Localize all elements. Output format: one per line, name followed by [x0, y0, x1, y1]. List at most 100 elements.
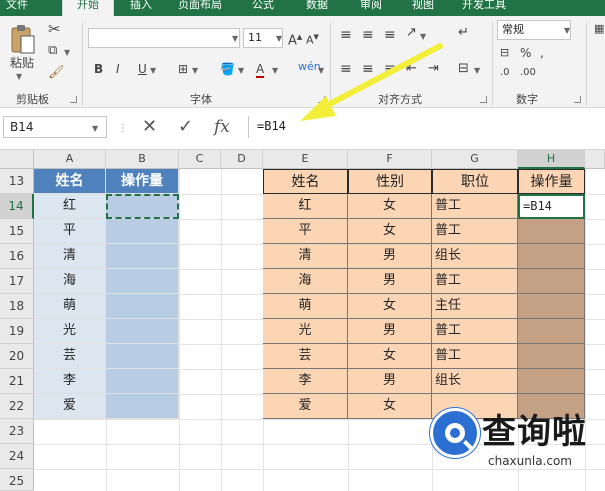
- left-name-cell[interactable]: 清: [34, 244, 106, 269]
- fill-color-icon[interactable]: 🪣: [220, 62, 235, 76]
- tab-data[interactable]: 数据: [306, 0, 328, 16]
- right-op-cell[interactable]: [518, 369, 585, 394]
- right-title-cell[interactable]: 普工: [432, 194, 518, 219]
- row-header-23[interactable]: 23: [0, 419, 34, 444]
- insert-function-button[interactable]: fx: [214, 117, 230, 137]
- right-op-cell[interactable]: [518, 244, 585, 269]
- left-header-op[interactable]: 操作量: [106, 169, 179, 194]
- right-op-cell[interactable]: [518, 344, 585, 369]
- right-gender-cell[interactable]: 男: [348, 369, 432, 394]
- copy-dropdown-icon[interactable]: ▼: [64, 48, 70, 57]
- right-name-cell[interactable]: 爱: [263, 394, 348, 419]
- left-op-cell[interactable]: [106, 244, 179, 269]
- tab-formulas[interactable]: 公式: [252, 0, 274, 16]
- right-title-cell[interactable]: 普工: [432, 319, 518, 344]
- align-center-icon[interactable]: ≡: [362, 62, 374, 76]
- left-op-cell[interactable]: [106, 219, 179, 244]
- column-header-i[interactable]: [585, 150, 605, 169]
- select-all-corner[interactable]: [0, 150, 34, 169]
- right-name-cell[interactable]: 平: [263, 219, 348, 244]
- merge-center-icon[interactable]: ⊟: [458, 62, 469, 76]
- decrease-decimal-icon[interactable]: .00: [520, 66, 536, 80]
- left-name-cell[interactable]: 李: [34, 369, 106, 394]
- percent-icon[interactable]: %: [520, 46, 531, 60]
- right-gender-cell[interactable]: 女: [348, 294, 432, 319]
- right-gender-cell[interactable]: 女: [348, 194, 432, 219]
- right-title-cell[interactable]: 普工: [432, 344, 518, 369]
- font-color-icon[interactable]: A: [256, 62, 265, 78]
- comma-style-icon[interactable]: ,: [540, 46, 544, 60]
- row-header-19[interactable]: 19: [0, 319, 34, 344]
- right-header-op[interactable]: 操作量: [518, 169, 585, 194]
- left-name-cell[interactable]: 光: [34, 319, 106, 344]
- tab-review[interactable]: 审阅: [360, 0, 382, 16]
- right-title-cell[interactable]: 组长: [432, 369, 518, 394]
- orientation-icon[interactable]: ↗: [406, 26, 417, 40]
- row-header-15[interactable]: 15: [0, 219, 34, 244]
- left-op-cell[interactable]: [106, 369, 179, 394]
- cut-icon[interactable]: ✂: [48, 22, 61, 37]
- row-header-14[interactable]: 14: [0, 194, 34, 219]
- font-name-dropdown-icon[interactable]: ▼: [232, 34, 238, 43]
- column-header-h[interactable]: H: [518, 150, 585, 169]
- paste-dropdown-icon[interactable]: ▼: [16, 72, 22, 81]
- phonetic-dropdown-icon[interactable]: ▼: [318, 66, 324, 75]
- number-format-dropdown-icon[interactable]: ▼: [564, 26, 570, 35]
- enter-formula-icon[interactable]: ✓: [178, 117, 193, 137]
- font-name-combobox[interactable]: [88, 28, 240, 48]
- right-title-cell[interactable]: 普工: [432, 269, 518, 294]
- decrease-font-icon[interactable]: A▼: [306, 30, 319, 48]
- align-left-icon[interactable]: ≡: [340, 62, 352, 76]
- paste-icon[interactable]: [10, 24, 36, 56]
- right-title-cell[interactable]: 普工: [432, 219, 518, 244]
- bold-icon[interactable]: B: [94, 62, 103, 76]
- increase-font-icon[interactable]: A▲: [288, 30, 302, 48]
- increase-decimal-icon[interactable]: .0: [500, 66, 510, 80]
- row-header-18[interactable]: 18: [0, 294, 34, 319]
- underline-dropdown-icon[interactable]: ▼: [150, 66, 156, 75]
- right-gender-cell[interactable]: 女: [348, 344, 432, 369]
- left-op-cell[interactable]: [106, 294, 179, 319]
- row-header-13[interactable]: 13: [0, 169, 34, 194]
- alignment-launcher-icon[interactable]: [480, 96, 487, 103]
- font-color-dropdown-icon[interactable]: ▼: [272, 66, 278, 75]
- column-header-e[interactable]: E: [263, 150, 348, 169]
- merge-dropdown-icon[interactable]: ▼: [474, 66, 480, 75]
- column-header-a[interactable]: A: [34, 150, 106, 169]
- tab-page-layout[interactable]: 页面布局: [178, 0, 222, 16]
- row-header-25[interactable]: 25: [0, 469, 34, 491]
- right-op-cell[interactable]: [518, 269, 585, 294]
- orientation-dropdown-icon[interactable]: ▼: [420, 32, 426, 41]
- row-header-20[interactable]: 20: [0, 344, 34, 369]
- tab-file[interactable]: 文件: [6, 0, 28, 16]
- right-title-cell[interactable]: 主任: [432, 294, 518, 319]
- left-name-cell[interactable]: 红: [34, 194, 106, 219]
- increase-indent-icon[interactable]: ⇥: [428, 62, 439, 76]
- right-title-cell[interactable]: 组长: [432, 244, 518, 269]
- active-cell-h14[interactable]: =B14: [518, 194, 585, 219]
- wrap-text-icon[interactable]: ↵: [458, 26, 469, 40]
- format-painter-icon[interactable]: 🖌: [48, 66, 65, 80]
- column-header-b[interactable]: B: [106, 150, 179, 169]
- right-name-cell[interactable]: 光: [263, 319, 348, 344]
- left-op-cell[interactable]: [106, 319, 179, 344]
- borders-icon[interactable]: ⊞: [178, 62, 188, 76]
- italic-icon[interactable]: I: [116, 62, 120, 76]
- right-header-title[interactable]: 职位: [432, 169, 518, 194]
- align-bottom-icon[interactable]: ≡: [384, 28, 396, 42]
- underline-icon[interactable]: U: [138, 62, 147, 76]
- number-format-combobox[interactable]: 常规: [497, 20, 571, 40]
- font-launcher-icon[interactable]: [318, 96, 325, 103]
- right-gender-cell[interactable]: 女: [348, 219, 432, 244]
- align-middle-icon[interactable]: ≡: [362, 28, 374, 42]
- tab-view[interactable]: 视图: [412, 0, 434, 16]
- left-op-cell[interactable]: [106, 269, 179, 294]
- number-launcher-icon[interactable]: [574, 96, 581, 103]
- right-gender-cell[interactable]: 男: [348, 269, 432, 294]
- row-header-16[interactable]: 16: [0, 244, 34, 269]
- left-op-cell[interactable]: [106, 344, 179, 369]
- right-name-cell[interactable]: 红: [263, 194, 348, 219]
- left-op-cell[interactable]: [106, 394, 179, 419]
- row-header-22[interactable]: 22: [0, 394, 34, 419]
- conditional-format-icon[interactable]: ▦: [594, 22, 604, 36]
